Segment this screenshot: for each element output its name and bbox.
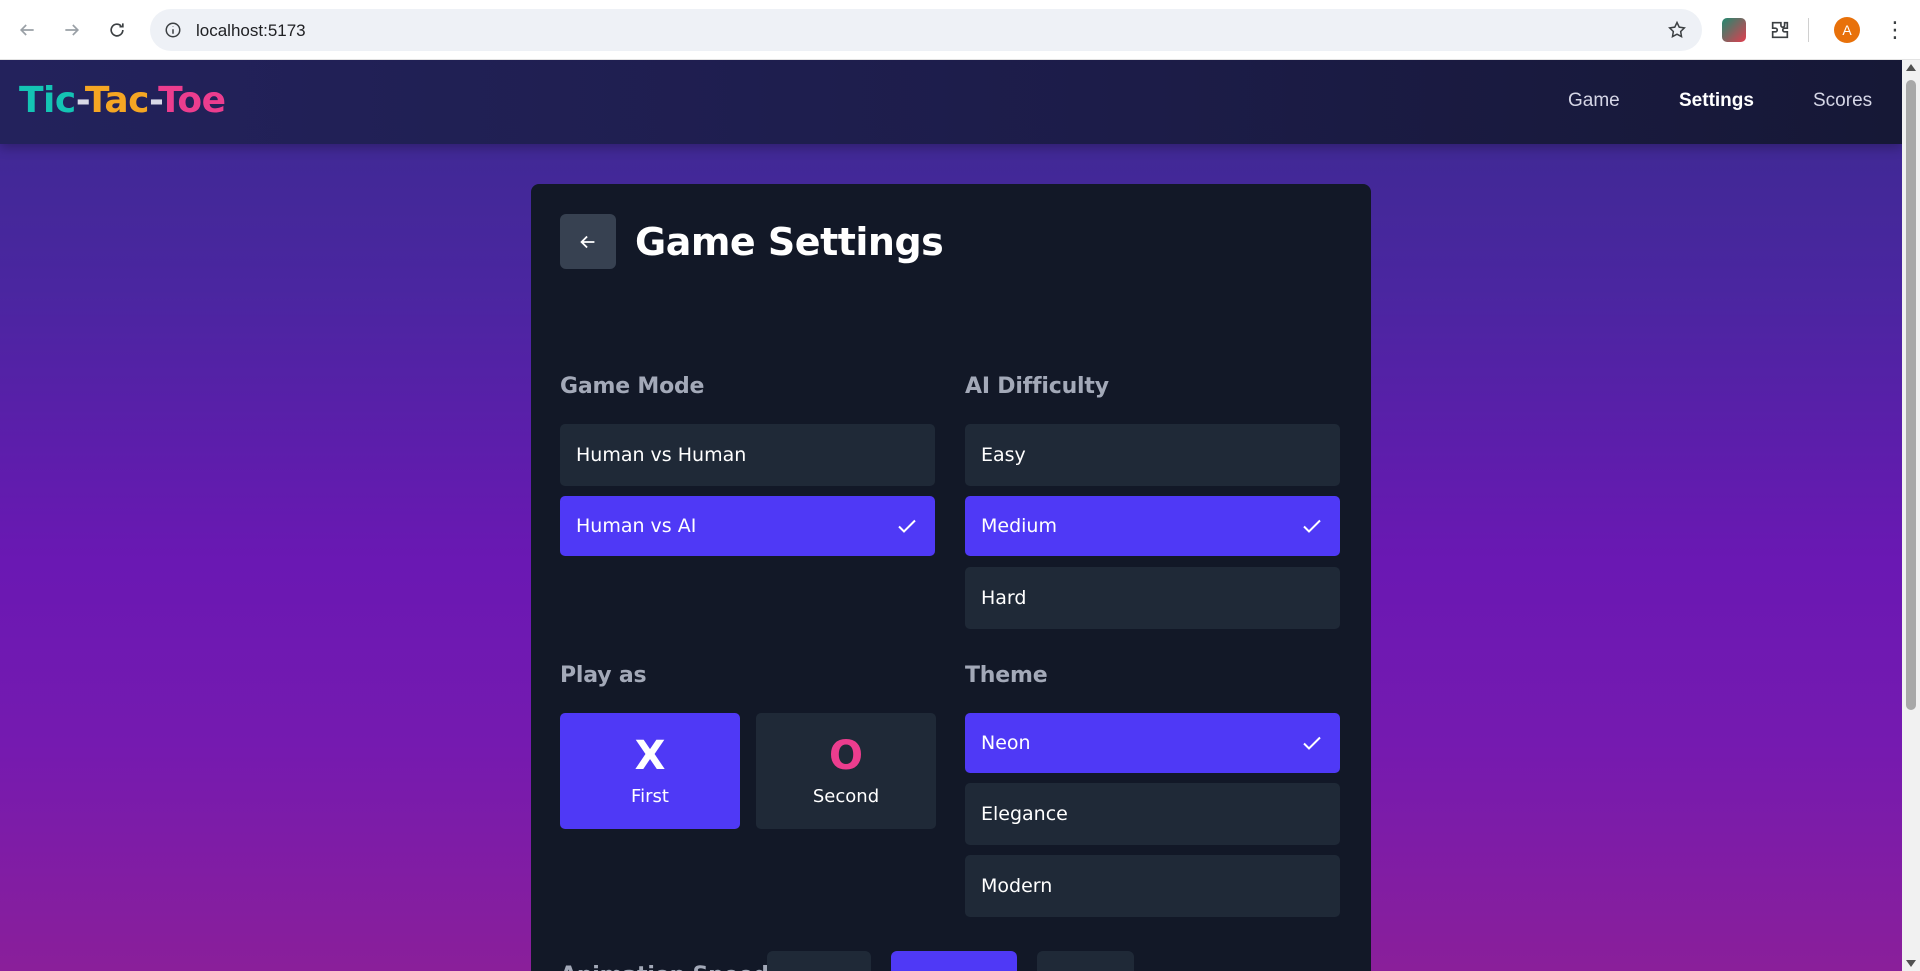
logo-tic: Tic bbox=[19, 80, 76, 121]
option-human-vs-human[interactable]: Human vs Human bbox=[560, 424, 935, 486]
play-as-label: Play as bbox=[560, 663, 647, 688]
page-scrollbar[interactable] bbox=[1902, 60, 1920, 971]
back-button[interactable] bbox=[560, 214, 616, 269]
address-bar[interactable]: localhost:5173 bbox=[150, 9, 1702, 51]
toolbar-divider bbox=[1808, 18, 1809, 42]
scroll-up-arrow-icon[interactable] bbox=[1906, 64, 1916, 71]
play-as-x-button[interactable]: X First bbox=[560, 713, 740, 829]
page-title: Game Settings bbox=[635, 220, 944, 264]
theme-label: Theme bbox=[965, 663, 1048, 688]
symbol-o: O bbox=[828, 732, 863, 779]
game-mode-label: Game Mode bbox=[560, 374, 705, 399]
puzzle-icon[interactable] bbox=[1766, 16, 1794, 44]
settings-card: Game Settings Game Mode Human vs Human H… bbox=[531, 184, 1371, 971]
ai-difficulty-label: AI Difficulty bbox=[965, 374, 1109, 399]
option-label: Elegance bbox=[981, 803, 1068, 825]
speed-option-normal[interactable] bbox=[891, 951, 1017, 971]
option-label: Easy bbox=[981, 444, 1026, 466]
nav-game[interactable]: Game bbox=[1568, 90, 1620, 112]
app-header: Tic-Tac-Toe Game Settings Scores bbox=[0, 60, 1902, 144]
symbol-x: X bbox=[634, 732, 666, 779]
url-text: localhost:5173 bbox=[196, 21, 306, 40]
option-hard[interactable]: Hard bbox=[965, 567, 1340, 629]
option-label: Human vs Human bbox=[576, 444, 747, 466]
play-as-o-button[interactable]: O Second bbox=[756, 713, 936, 829]
app-logo[interactable]: Tic-Tac-Toe bbox=[19, 80, 226, 121]
logo-dash: - bbox=[75, 80, 86, 121]
option-medium[interactable]: Medium bbox=[965, 496, 1340, 556]
nav-scores[interactable]: Scores bbox=[1813, 90, 1872, 112]
logo-tac: Tac bbox=[84, 80, 150, 121]
scroll-down-arrow-icon[interactable] bbox=[1906, 960, 1916, 967]
option-human-vs-ai[interactable]: Human vs AI bbox=[560, 496, 935, 556]
forward-arrow-icon[interactable] bbox=[54, 12, 90, 48]
info-icon[interactable] bbox=[162, 19, 184, 41]
logo-dash: - bbox=[148, 80, 159, 121]
page-viewport: Tic-Tac-Toe Game Settings Scores Game Se… bbox=[0, 60, 1902, 971]
option-label: Hard bbox=[981, 587, 1027, 609]
option-label: Modern bbox=[981, 875, 1053, 897]
extension-icon[interactable] bbox=[1722, 18, 1746, 42]
menu-dots-icon[interactable]: ⋮ bbox=[1880, 14, 1910, 46]
option-label: Neon bbox=[981, 732, 1031, 754]
option-elegance[interactable]: Elegance bbox=[965, 783, 1340, 845]
speed-option-slow[interactable] bbox=[767, 951, 871, 971]
option-neon[interactable]: Neon bbox=[965, 713, 1340, 773]
back-arrow-icon[interactable] bbox=[9, 12, 45, 48]
star-icon[interactable] bbox=[1666, 19, 1688, 41]
check-icon bbox=[1303, 736, 1321, 750]
option-modern[interactable]: Modern bbox=[965, 855, 1340, 917]
browser-toolbar: localhost:5173 A ⋮ bbox=[0, 0, 1920, 60]
avatar[interactable]: A bbox=[1834, 17, 1860, 43]
option-label: Human vs AI bbox=[576, 515, 697, 537]
play-as-caption: First bbox=[631, 785, 669, 807]
reload-icon[interactable] bbox=[99, 12, 135, 48]
check-icon bbox=[898, 519, 916, 533]
nav-settings[interactable]: Settings bbox=[1679, 90, 1754, 112]
option-label: Medium bbox=[981, 515, 1057, 537]
check-icon bbox=[1303, 519, 1321, 533]
animation-speed-label: Animation Speed bbox=[560, 963, 769, 971]
speed-option-fast[interactable] bbox=[1037, 951, 1134, 971]
logo-toe: Toe bbox=[158, 80, 226, 121]
scrollbar-thumb[interactable] bbox=[1906, 80, 1916, 710]
arrow-left-icon bbox=[580, 235, 595, 248]
play-as-caption: Second bbox=[812, 785, 880, 807]
option-easy[interactable]: Easy bbox=[965, 424, 1340, 486]
